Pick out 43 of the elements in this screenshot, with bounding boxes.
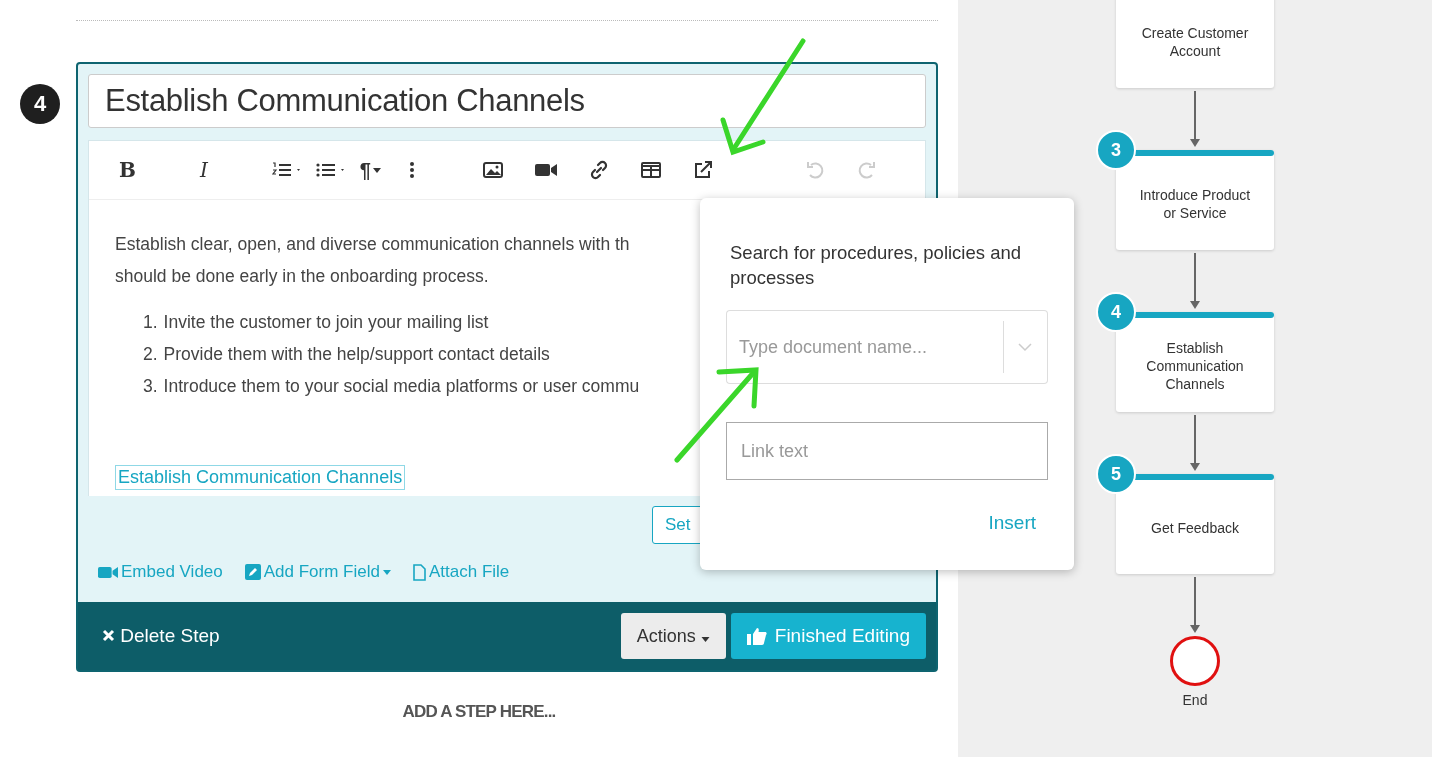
title-field[interactable]: Establish Communication Channels bbox=[88, 74, 926, 128]
flow-step-label: Establish Communication Channels bbox=[1145, 339, 1245, 393]
list-item-text: Invite the customer to join your mailing list bbox=[163, 311, 489, 334]
video-camera-icon[interactable] bbox=[534, 163, 557, 177]
flow-step-label: Introduce Product or Service bbox=[1138, 186, 1252, 222]
list-number: 3. bbox=[143, 375, 158, 398]
link-text-field[interactable]: Link text bbox=[726, 422, 1048, 480]
delete-step-button[interactable]: Delete Step bbox=[102, 625, 220, 647]
flow-step-card[interactable]: Create Customer Account bbox=[1116, 0, 1274, 88]
step-number: 4 bbox=[20, 84, 60, 124]
list-item-text: Provide them with the help/support contact details bbox=[163, 343, 550, 366]
list-item-text: Introduce them to your social media platforms or user commu bbox=[163, 375, 640, 398]
flow-step-number: 5 bbox=[1096, 454, 1136, 494]
table-icon[interactable] bbox=[640, 162, 661, 178]
end-event-circle bbox=[1170, 636, 1220, 686]
list-number: 1. bbox=[143, 311, 158, 334]
paragraph-format-button[interactable]: ¶ bbox=[359, 158, 371, 182]
external-link-icon[interactable] bbox=[692, 160, 713, 180]
video-camera-icon bbox=[98, 565, 118, 579]
popup-title: Search for procedures, policies and processes bbox=[729, 241, 1023, 290]
bullet-list-icon[interactable] bbox=[315, 161, 346, 179]
bold-button[interactable]: B bbox=[119, 158, 136, 182]
link-icon[interactable] bbox=[588, 160, 609, 180]
actions-dropdown-button[interactable]: Actions bbox=[620, 613, 726, 659]
close-icon bbox=[102, 629, 115, 642]
paragraph-text: should be done early in the onboarding process. bbox=[115, 265, 489, 288]
image-icon[interactable] bbox=[482, 162, 503, 178]
caret-down-icon bbox=[700, 636, 710, 642]
flow-step-number: 3 bbox=[1096, 130, 1136, 170]
list-number: 2. bbox=[143, 343, 158, 366]
file-icon bbox=[412, 563, 426, 581]
thumbs-up-icon bbox=[746, 627, 767, 645]
more-options-icon[interactable] bbox=[408, 161, 415, 179]
add-step-link[interactable]: ADD A STEP HERE... bbox=[0, 702, 958, 722]
italic-button[interactable]: I bbox=[199, 158, 208, 182]
paragraph-text: Establish clear, open, and diverse communication channels with th bbox=[115, 233, 630, 256]
edit-icon bbox=[244, 564, 261, 580]
end-label: End bbox=[1182, 692, 1208, 708]
flow-step-label: Create Customer Account bbox=[1140, 24, 1250, 60]
flow-step-label: Get Feedback bbox=[1150, 519, 1240, 537]
numbered-list-icon[interactable] bbox=[271, 161, 302, 179]
caret-down-icon[interactable] bbox=[372, 167, 381, 173]
flow-step-number: 4 bbox=[1096, 292, 1136, 332]
